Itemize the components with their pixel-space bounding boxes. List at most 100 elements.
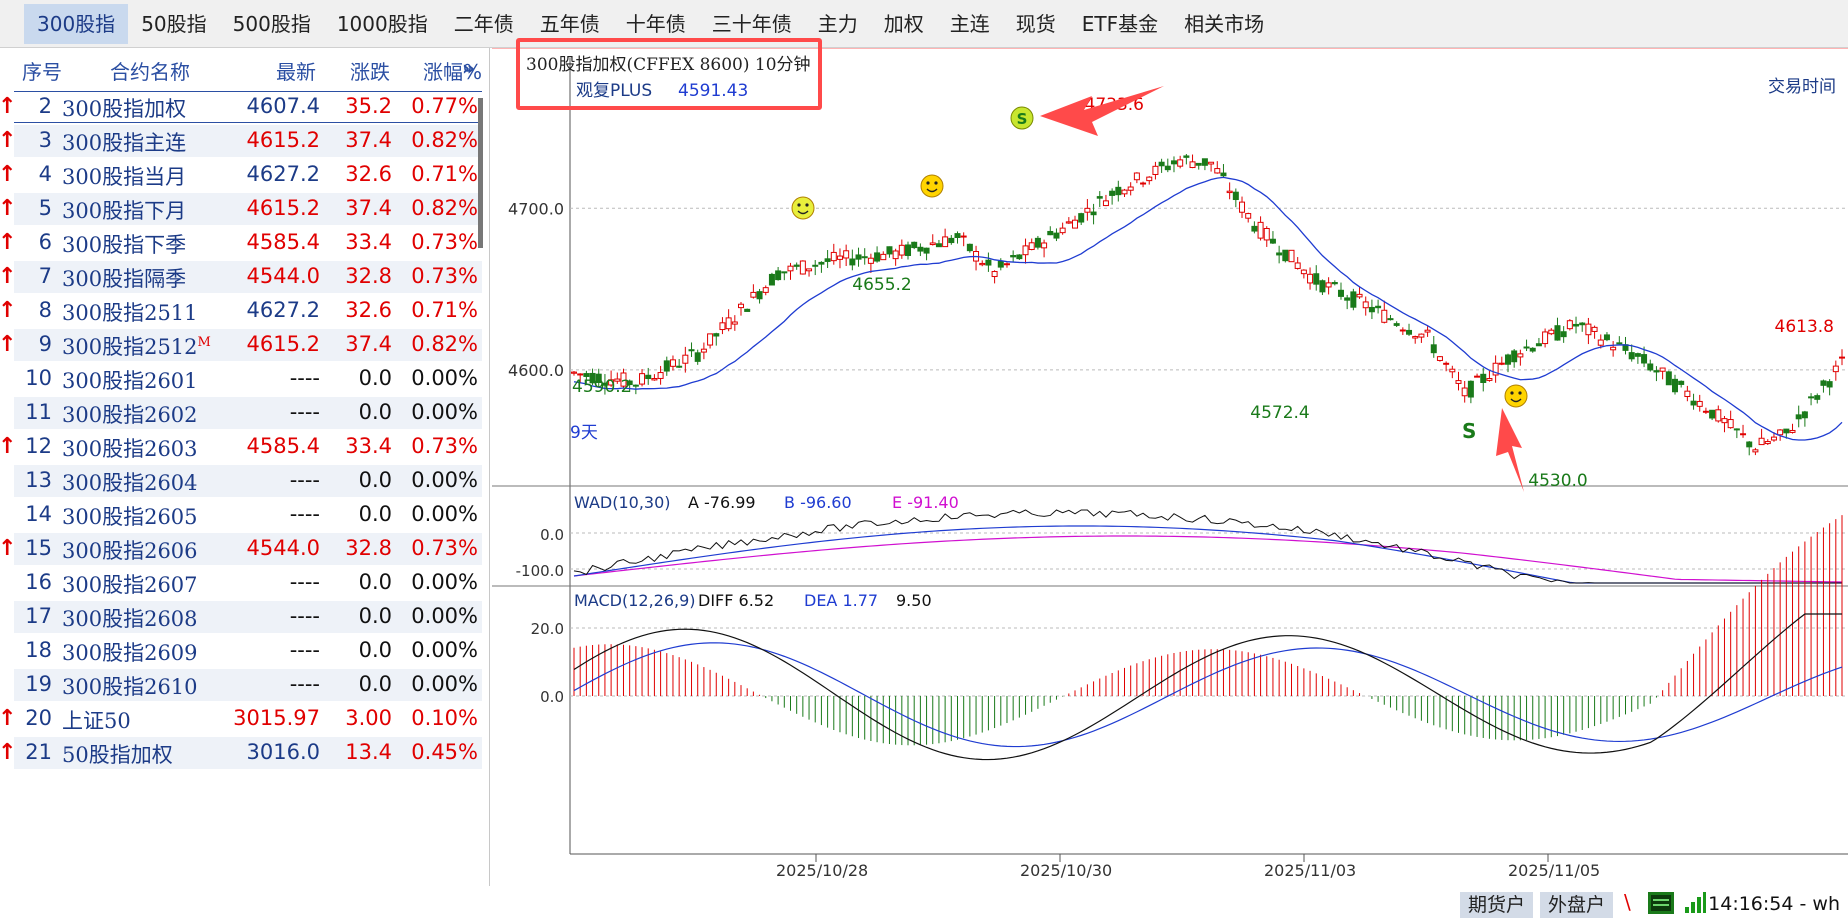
kline-chart[interactable]: 4700.04600.0300股指加权(CFFEX 8600) 10分钟观复PL…	[492, 47, 1848, 886]
candle-body	[682, 354, 689, 364]
candle-body	[1331, 282, 1338, 285]
tab-12[interactable]: ETF基金	[1069, 4, 1171, 44]
header-name[interactable]: 合约名称	[110, 56, 190, 85]
candle-body	[874, 252, 881, 262]
table-row[interactable]: ↑ 12 300股指2603 4585.4 33.4 0.73%	[0, 430, 489, 464]
table-row[interactable]: ↑ 15 300股指2606 4544.0 32.8 0.73%	[0, 532, 489, 566]
candle-body	[1727, 419, 1734, 429]
candle-body	[892, 250, 899, 260]
wad-a-value: A -76.99	[688, 493, 756, 512]
table-row[interactable]: 13 300股指2604 ---- 0.0 0.00%	[0, 464, 489, 498]
candle-body	[935, 243, 942, 248]
up-arrow-icon: ↑	[0, 706, 16, 731]
candle-body	[1201, 158, 1208, 166]
trading-time-label: 交易时间	[1768, 77, 1836, 97]
kline-chart-panel[interactable]: 4700.0 4600.0 300股指加权(CFFEX 8600) 10分钟 观复PL…	[492, 47, 1848, 886]
candle-body	[676, 365, 683, 368]
buy-signal-icon-eye	[805, 203, 809, 207]
table-row[interactable]: ↑ 4 300股指当月 4627.2 32.6 0.71%	[0, 158, 489, 192]
up-arrow-icon: ↑	[0, 298, 16, 323]
candle-body	[1684, 390, 1691, 398]
table-row[interactable]: 19 300股指2610 ---- 0.0 0.00%	[0, 668, 489, 702]
table-row[interactable]: 14 300股指2605 ---- 0.0 0.00%	[0, 498, 489, 532]
header-seq[interactable]: 序号	[22, 56, 62, 85]
table-row[interactable]: ↑ 20 上证50 3015.97 3.00 0.10%	[0, 702, 489, 736]
table-row[interactable]: ↑ 5 300股指下月 4615.2 37.4 0.82%	[0, 192, 489, 226]
candle-body	[1084, 207, 1091, 213]
table-row[interactable]: ↑ 7 300股指隔季 4544.0 32.8 0.73%	[0, 260, 489, 294]
header-chg[interactable]: 涨跌	[350, 56, 390, 85]
table-row[interactable]: 11 300股指2602 ---- 0.0 0.00%	[0, 396, 489, 430]
candle-body	[1721, 418, 1728, 424]
candle-body	[1523, 346, 1530, 349]
list-scrollbar[interactable]	[478, 98, 483, 248]
tab-9[interactable]: 加权	[871, 4, 937, 44]
table-row[interactable]: 10 300股指2601 ---- 0.0 0.00%	[0, 362, 489, 396]
expand-columns-icon[interactable]: »	[462, 56, 475, 80]
tab-11[interactable]: 现货	[1003, 4, 1069, 44]
signal-strength-icon	[1685, 892, 1706, 913]
candle-body	[1449, 368, 1456, 373]
row-last: ----	[289, 570, 320, 594]
row-name: 50股指加权	[62, 743, 173, 767]
tab-10[interactable]: 主连	[937, 4, 1003, 44]
y-tick-label: 4600.0	[508, 361, 564, 380]
row-last: 4585.4	[246, 230, 320, 254]
tab-2[interactable]: 500股指	[220, 4, 324, 44]
tab-0[interactable]: 300股指	[24, 3, 129, 44]
candle-body	[1127, 186, 1134, 191]
header-last[interactable]: 最新	[276, 56, 316, 85]
table-row[interactable]: ↑ 21 50股指加权 3016.0 13.4 0.45%	[0, 736, 489, 770]
candle-body	[639, 373, 646, 385]
table-row[interactable]: ↑ 3 300股指主连 4615.2 37.4 0.82%	[0, 124, 489, 158]
candle-body	[1276, 252, 1283, 256]
row-chg: 0.0	[358, 604, 392, 628]
tab-13[interactable]: 相关市场	[1171, 4, 1277, 44]
wad-e-value: E -91.40	[892, 493, 959, 512]
table-row[interactable]: 16 300股指2607 ---- 0.0 0.00%	[0, 566, 489, 600]
candle-body	[744, 308, 751, 312]
row-name: 上证50	[62, 709, 131, 733]
candle-body	[1436, 356, 1443, 361]
x-tick-label: 2025/11/05	[1508, 861, 1600, 880]
tab-1[interactable]: 50股指	[128, 4, 219, 44]
table-row[interactable]: ↑ 2 300股指加权 4607.4 35.2 0.77%	[0, 90, 489, 124]
candle-body	[1702, 410, 1709, 413]
candle-body	[1016, 254, 1023, 260]
row-pct: 0.73%	[411, 434, 478, 458]
table-row[interactable]: 18 300股指2609 ---- 0.0 0.00%	[0, 634, 489, 668]
candle-body	[1263, 227, 1270, 241]
candle-body	[1300, 269, 1307, 275]
candle-body	[898, 244, 905, 256]
candle-body	[1344, 297, 1351, 301]
tab-4[interactable]: 二年债	[441, 4, 527, 44]
outer-account-button[interactable]: 外盘户	[1540, 892, 1614, 918]
candle-body	[799, 260, 806, 275]
table-row[interactable]: ↑ 6 300股指下季 4585.4 33.4 0.73%	[0, 226, 489, 260]
row-seq: 3	[38, 128, 52, 152]
row-name: 300股指2607	[62, 573, 198, 597]
candle-body	[886, 246, 893, 255]
candle-body	[694, 352, 701, 362]
row-seq: 19	[25, 672, 52, 696]
futures-account-button[interactable]: 期货户	[1460, 892, 1534, 918]
row-name: 300股指2604	[62, 471, 198, 495]
up-arrow-icon: ↑	[0, 264, 16, 289]
candle-body	[1709, 409, 1716, 419]
candle-body	[1511, 350, 1518, 363]
tab-3[interactable]: 1000股指	[324, 4, 441, 44]
table-row[interactable]: 17 300股指2608 ---- 0.0 0.00%	[0, 600, 489, 634]
network-monitor-icon[interactable]	[1648, 892, 1674, 914]
buy-signal-icon	[1504, 384, 1528, 408]
candle-body	[663, 360, 670, 372]
candle-body	[1498, 362, 1505, 365]
candle-body	[1208, 161, 1215, 165]
table-row[interactable]: ↑ 9 300股指2512M 4615.2 37.4 0.82%	[0, 328, 489, 362]
table-row[interactable]: ↑ 8 300股指2511 4627.2 32.6 0.71%	[0, 294, 489, 328]
row-name: 300股指2512M	[62, 335, 211, 359]
row-name: 300股指2605	[62, 505, 198, 529]
y-tick-label: 20.0	[531, 620, 564, 638]
candle-body	[725, 317, 732, 330]
buy-signal-icon	[791, 196, 815, 220]
list-header: 序号 合约名称 最新 涨跌 涨幅% »	[0, 48, 489, 88]
